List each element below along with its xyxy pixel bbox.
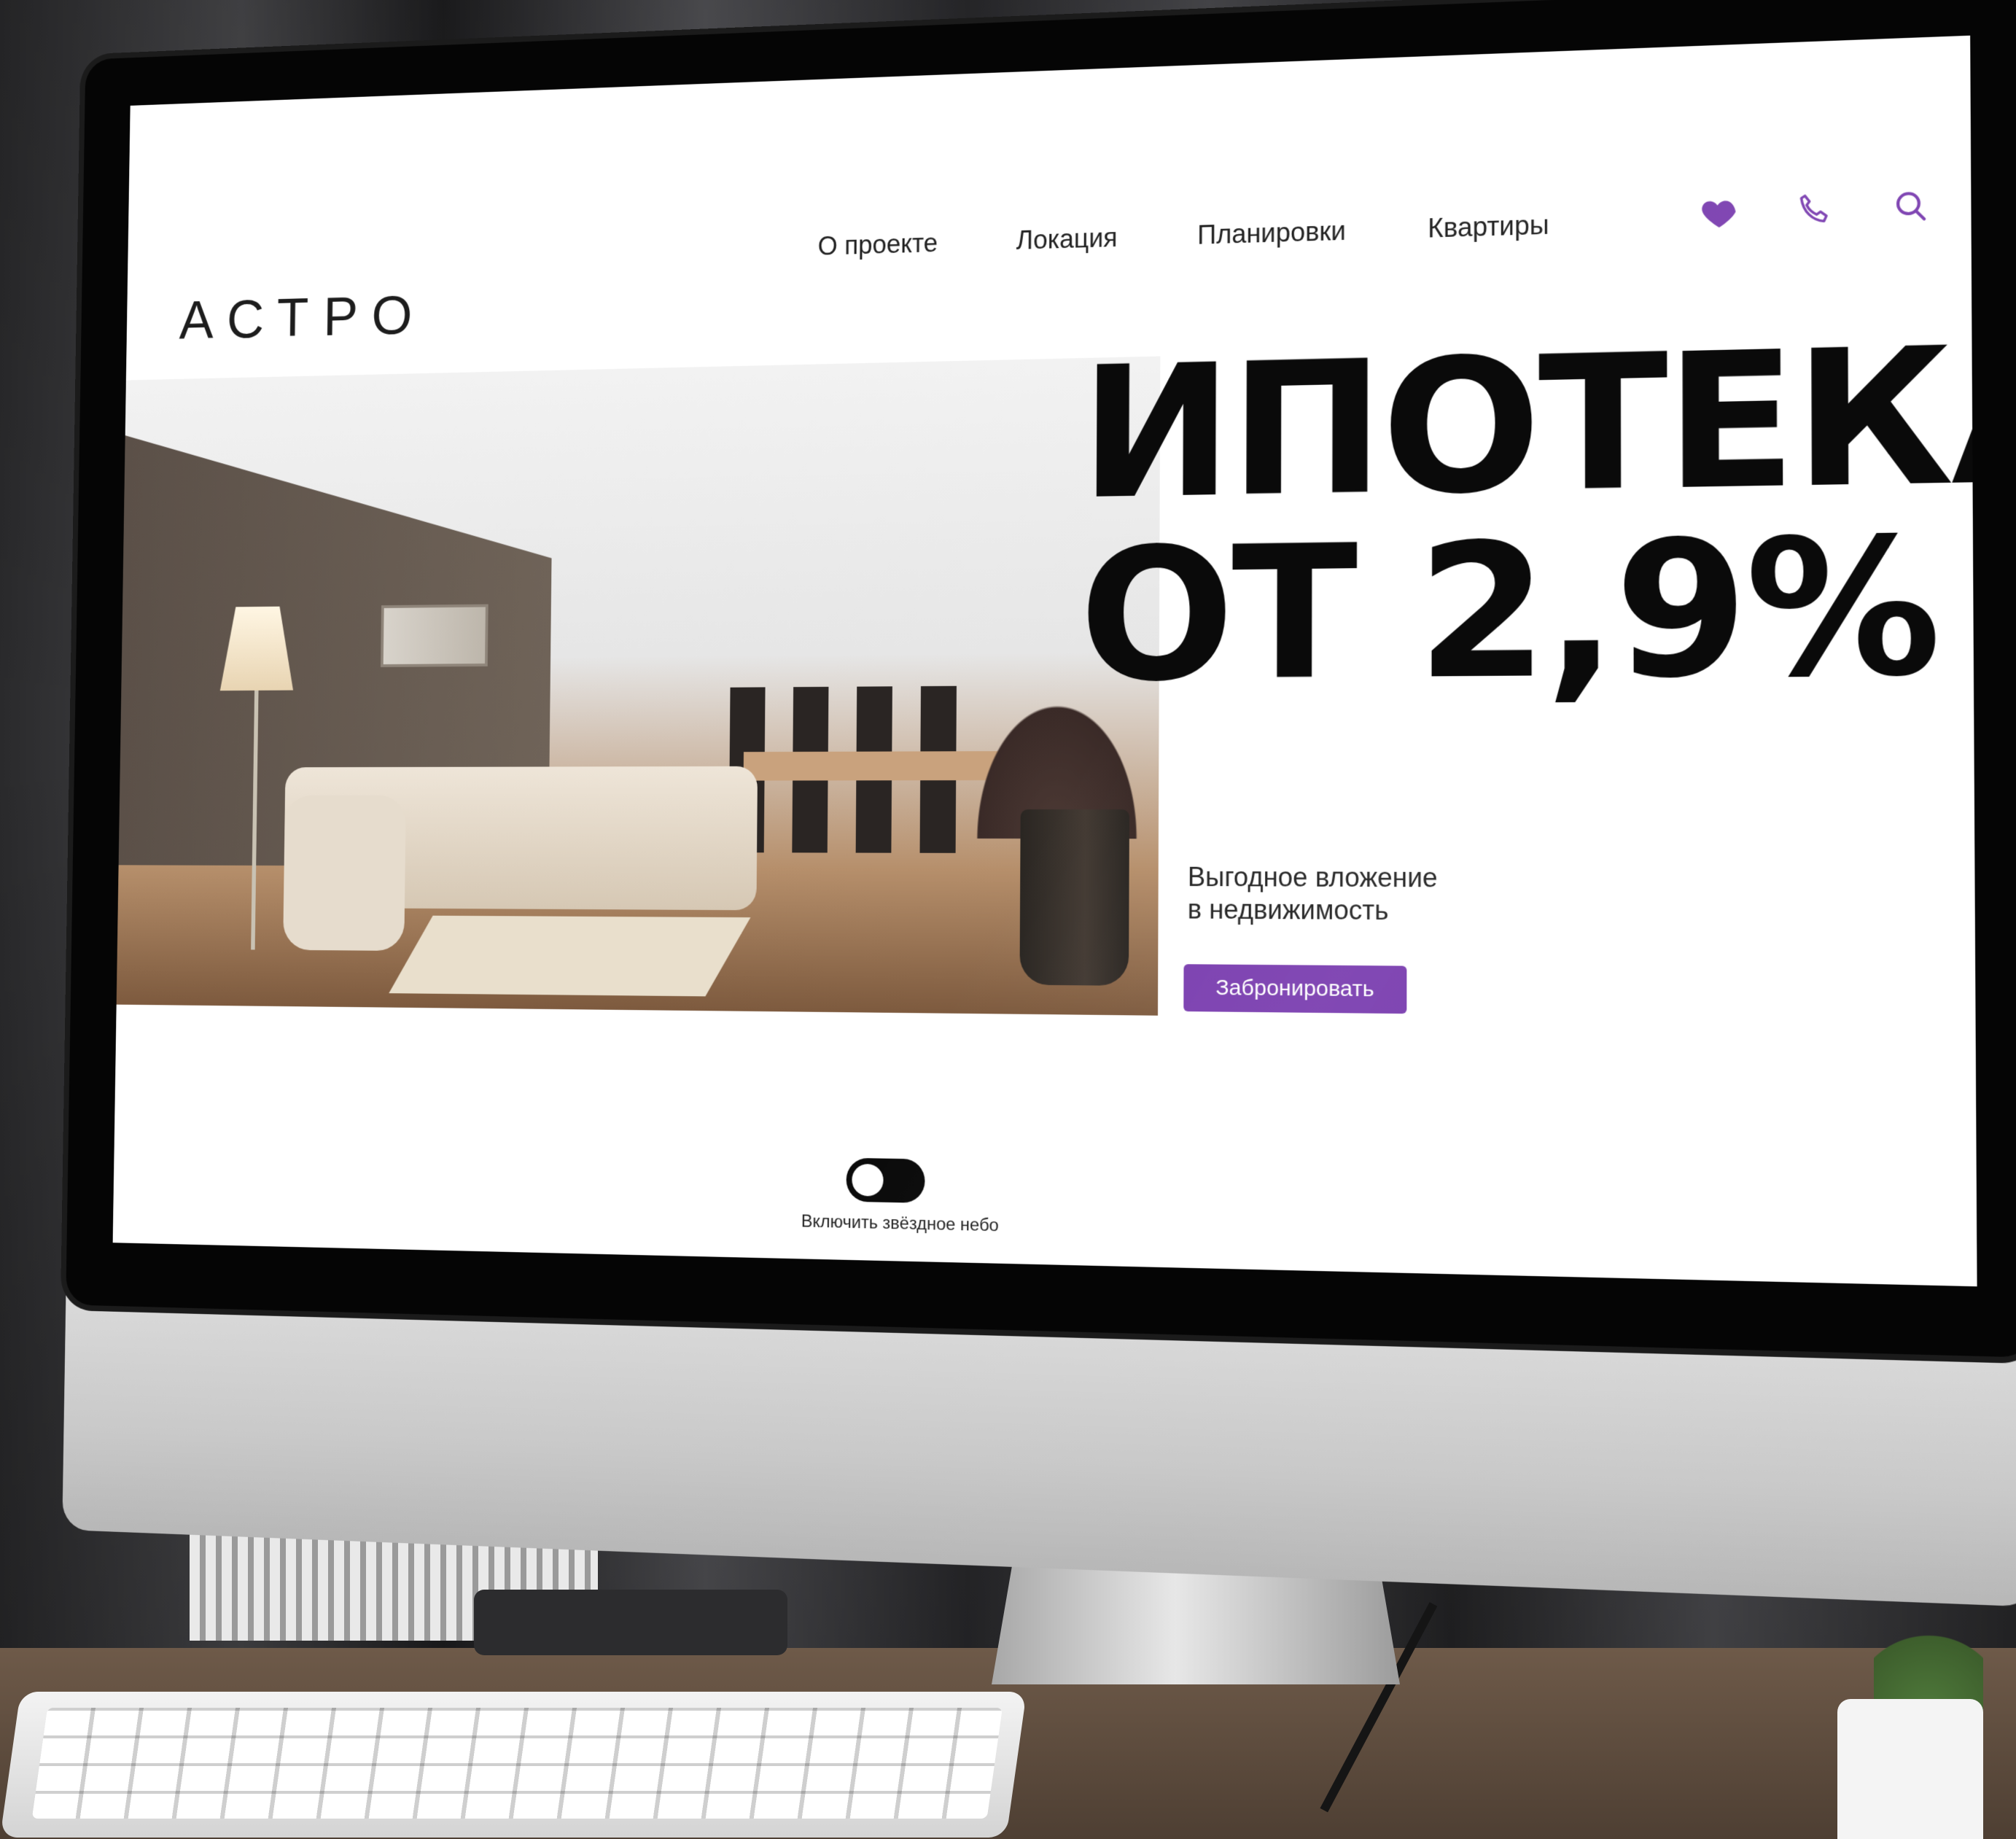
toggle-knob — [852, 1163, 884, 1197]
photo-scene: АСТРО О проекте Локация Планировки Кварт… — [0, 0, 2016, 1839]
main-nav: О проекте Локация Планировки Квартиры — [817, 190, 1622, 279]
headline-line-1: ИПОТЕКА — [1079, 303, 1977, 540]
keyboard-keys — [31, 1708, 1003, 1819]
monitor: АСТРО О проекте Локация Планировки Кварт… — [61, 0, 2016, 1654]
header-icons — [1699, 172, 1932, 246]
photo-wall-picture — [380, 604, 489, 667]
hero-headline: ИПОТЕКА ОТ 2,9% — [1078, 303, 1977, 722]
search-icon[interactable] — [1890, 185, 1932, 229]
subtitle-line-2: в недвижимость — [1187, 894, 1389, 926]
keyboard — [0, 1692, 1027, 1838]
photo-rug — [389, 915, 751, 997]
site-logo[interactable]: АСТРО — [179, 282, 427, 352]
starry-sky-toggle[interactable] — [846, 1157, 925, 1203]
photo-plant-vase — [1019, 809, 1129, 986]
hero-subtitle: Выгодное вложение в недвижимость — [1188, 861, 1578, 928]
photo-sofa-arm — [283, 795, 406, 952]
phone-icon[interactable] — [1794, 188, 1835, 231]
headline-line-2: ОТ 2,9% — [1078, 496, 1939, 722]
hero-interior-photo — [116, 356, 1161, 1016]
nav-item-apartments[interactable]: Квартиры — [1428, 209, 1549, 244]
nav-item-location[interactable]: Локация — [1016, 222, 1118, 256]
heart-icon[interactable] — [1699, 191, 1740, 234]
nav-item-about[interactable]: О проекте — [818, 228, 938, 262]
book-button[interactable]: Забронировать — [1183, 964, 1407, 1014]
desk-plant-pot — [1837, 1699, 1983, 1839]
starry-sky-toggle-label: Включить звёздное небо — [801, 1211, 999, 1236]
nav-item-layouts[interactable]: Планировки — [1197, 216, 1346, 251]
subtitle-line-1: Выгодное вложение — [1187, 861, 1438, 893]
website-screen: АСТРО О проекте Локация Планировки Кварт… — [112, 35, 1977, 1287]
